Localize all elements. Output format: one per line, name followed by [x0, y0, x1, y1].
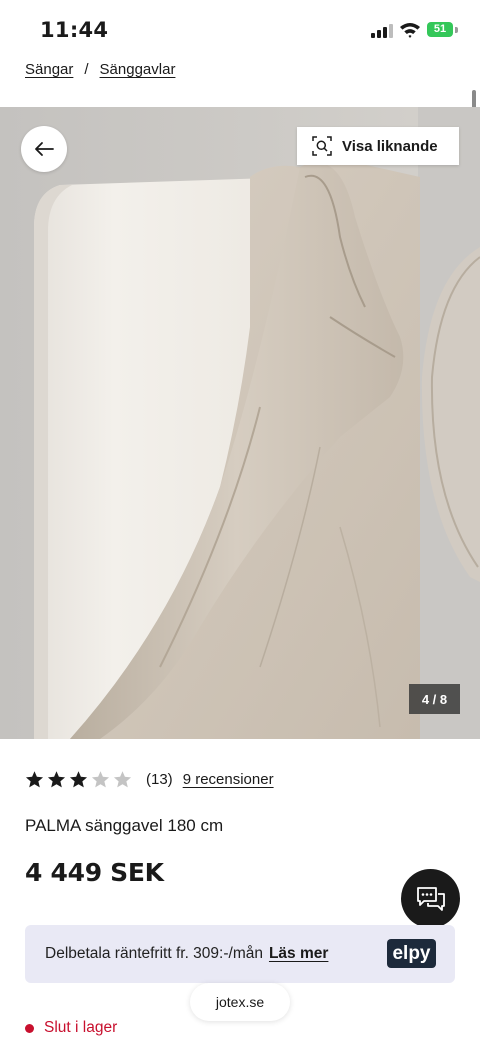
product-image [0, 107, 480, 739]
stock-status: Slut i lager [25, 1019, 117, 1037]
cellular-signal-icon [371, 24, 393, 38]
breadcrumb: Sängar / Sänggavlar [25, 61, 175, 78]
battery-tip [455, 27, 458, 33]
browser-url-pill[interactable]: jotex.se [190, 983, 290, 1021]
elpy-logo: elpy [387, 939, 436, 968]
arrow-left-icon [35, 142, 54, 156]
back-button[interactable] [21, 126, 67, 172]
financing-banner: Delbetala räntefritt fr. 309:-/mån Läs m… [25, 925, 455, 983]
star-empty-icon [91, 771, 110, 788]
battery-icon: 51 [427, 22, 453, 37]
breadcrumb-link-headboards[interactable]: Sänggavlar [100, 61, 176, 78]
status-bar: 11:44 51 [0, 0, 480, 58]
rating-row: (13) 9 recensioner [25, 770, 274, 789]
visual-search-icon [312, 136, 332, 156]
product-image-gallery[interactable]: Visa liknande 4 / 8 [0, 107, 480, 739]
chat-button[interactable] [401, 869, 460, 928]
star-filled-icon [25, 771, 44, 788]
breadcrumb-link-beds[interactable]: Sängar [25, 61, 73, 78]
rating-count: (13) [146, 771, 173, 788]
product-title: PALMA sänggavel 180 cm [25, 816, 224, 835]
stock-status-dot [25, 1023, 34, 1033]
status-time: 11:44 [40, 18, 109, 42]
financing-read-more-link[interactable]: Läs mer [269, 945, 328, 963]
rating-stars [25, 770, 135, 789]
chat-bubbles-icon [416, 886, 445, 911]
image-counter: 4 / 8 [409, 684, 460, 714]
reviews-link[interactable]: 9 recensioner [183, 771, 274, 788]
breadcrumb-separator: / [84, 61, 89, 78]
wifi-icon [400, 23, 420, 38]
product-price: 4 449 SEK [25, 858, 164, 887]
stock-status-label: Slut i lager [44, 1019, 118, 1036]
star-filled-icon [47, 771, 66, 788]
show-similar-label: Visa liknande [342, 137, 438, 155]
financing-text: Delbetala räntefritt fr. 309:-/mån [45, 945, 263, 962]
star-filled-icon [69, 771, 88, 788]
show-similar-button[interactable]: Visa liknande [297, 127, 459, 165]
star-empty-icon [113, 771, 132, 788]
